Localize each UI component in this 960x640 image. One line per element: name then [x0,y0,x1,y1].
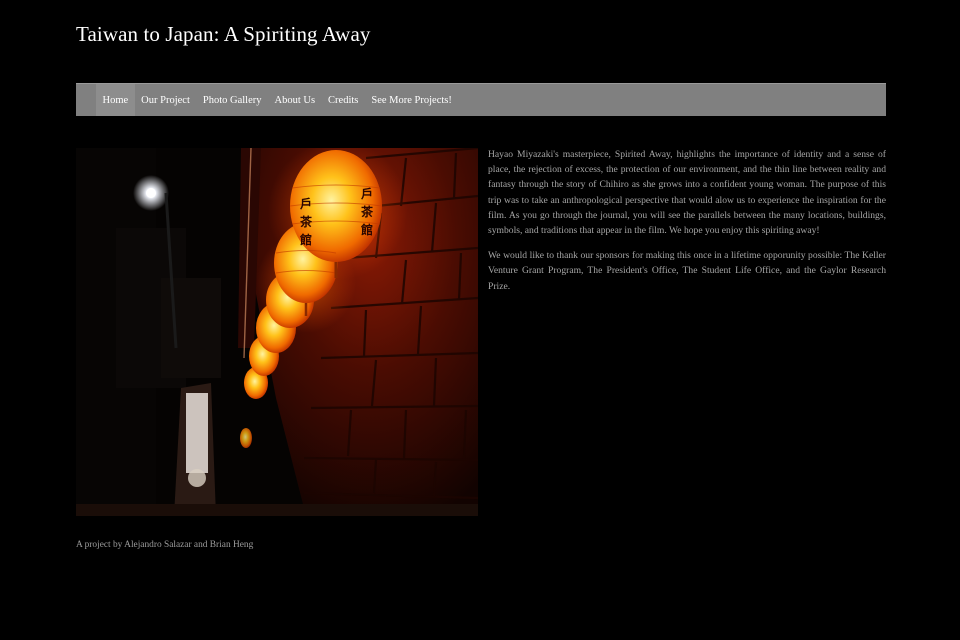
lantern-photo-graphic: 戶 茶 館 戶 茶 館 [76,148,478,516]
lantern-char-6: 館 [360,222,373,237]
footer-credit: A project by Alejandro Salazar and Brian… [76,540,254,550]
lantern-char-4: 戶 [361,186,373,201]
lantern-char-1: 戶 [300,196,312,211]
lantern-char-3: 館 [299,232,312,247]
intro-text: Hayao Miyazaki's masterpiece, Spirited A… [488,147,886,304]
main-nav: Home Our Project Photo Gallery About Us … [76,83,886,116]
sponsors-paragraph: We would like to thank our sponsors for … [488,250,886,292]
nav-list: Home Our Project Photo Gallery About Us … [76,84,886,116]
intro-paragraph-1: Hayao Miyazaki's masterpiece, Spirited A… [488,149,886,237]
nav-item-credits[interactable]: Credits [322,84,365,116]
lantern-char-2: 茶 [299,214,313,229]
hero-lantern-photo: 戶 茶 館 戶 茶 館 [76,148,478,516]
site-title[interactable]: Taiwan to Japan: A Spiriting Away [76,22,370,47]
lantern-char-5: 茶 [360,204,374,219]
nav-item-about-us[interactable]: About Us [268,84,322,116]
nav-item-see-more-projects[interactable]: See More Projects! [365,84,458,116]
nav-item-photo-gallery[interactable]: Photo Gallery [196,84,268,116]
nav-item-home[interactable]: Home [96,84,135,116]
nav-item-our-project[interactable]: Our Project [135,84,197,116]
